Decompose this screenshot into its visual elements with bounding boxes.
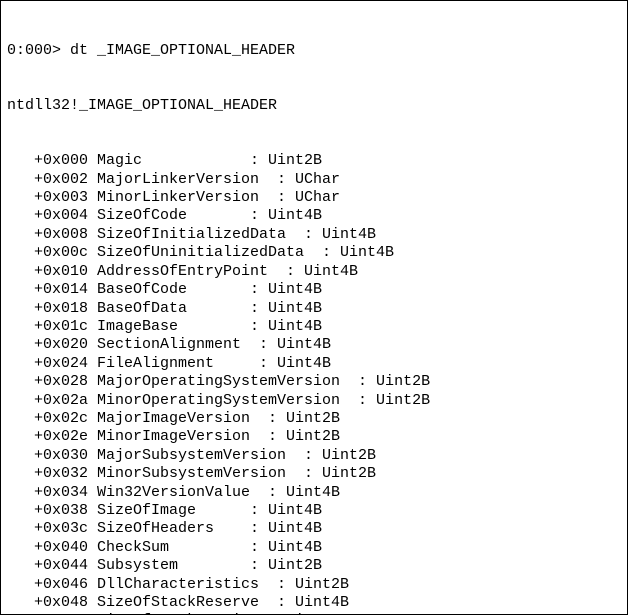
struct-field-row: +0x02a MinorOperatingSystemVersion : Uin… xyxy=(7,392,621,410)
struct-field-row: +0x048 SizeOfStackReserve : Uint4B xyxy=(7,594,621,612)
struct-field-row: +0x010 AddressOfEntryPoint : Uint4B xyxy=(7,263,621,281)
struct-field-row: +0x044 Subsystem : Uint2B xyxy=(7,557,621,575)
struct-header-line: ntdll32!_IMAGE_OPTIONAL_HEADER xyxy=(7,97,621,115)
struct-field-row: +0x02c MajorImageVersion : Uint2B xyxy=(7,410,621,428)
struct-field-row: +0x00c SizeOfUninitializedData : Uint4B xyxy=(7,244,621,262)
struct-field-row: +0x024 FileAlignment : Uint4B xyxy=(7,355,621,373)
struct-field-row: +0x03c SizeOfHeaders : Uint4B xyxy=(7,520,621,538)
struct-field-row: +0x004 SizeOfCode : Uint4B xyxy=(7,207,621,225)
struct-field-row: +0x000 Magic : Uint2B xyxy=(7,152,621,170)
struct-field-row: +0x002 MajorLinkerVersion : UChar xyxy=(7,171,621,189)
struct-field-row: +0x046 DllCharacteristics : Uint2B xyxy=(7,576,621,594)
struct-field-row: +0x032 MinorSubsystemVersion : Uint2B xyxy=(7,465,621,483)
debugger-output-pane[interactable]: 0:000> dt _IMAGE_OPTIONAL_HEADER ntdll32… xyxy=(0,0,628,615)
struct-field-row: +0x014 BaseOfCode : Uint4B xyxy=(7,281,621,299)
struct-field-row: +0x02e MinorImageVersion : Uint2B xyxy=(7,428,621,446)
prompt-line: 0:000> dt _IMAGE_OPTIONAL_HEADER xyxy=(7,42,621,60)
struct-field-row: +0x003 MinorLinkerVersion : UChar xyxy=(7,189,621,207)
struct-field-row: +0x040 CheckSum : Uint4B xyxy=(7,539,621,557)
struct-field-row: +0x034 Win32VersionValue : Uint4B xyxy=(7,484,621,502)
struct-field-row: +0x030 MajorSubsystemVersion : Uint2B xyxy=(7,447,621,465)
struct-field-row: +0x028 MajorOperatingSystemVersion : Uin… xyxy=(7,373,621,391)
struct-field-row: +0x008 SizeOfInitializedData : Uint4B xyxy=(7,226,621,244)
struct-field-row: +0x020 SectionAlignment : Uint4B xyxy=(7,336,621,354)
struct-fields: +0x000 Magic : Uint2B +0x002 MajorLinker… xyxy=(7,152,621,615)
struct-field-row: +0x038 SizeOfImage : Uint4B xyxy=(7,502,621,520)
struct-field-row: +0x018 BaseOfData : Uint4B xyxy=(7,300,621,318)
struct-field-row: +0x01c ImageBase : Uint4B xyxy=(7,318,621,336)
